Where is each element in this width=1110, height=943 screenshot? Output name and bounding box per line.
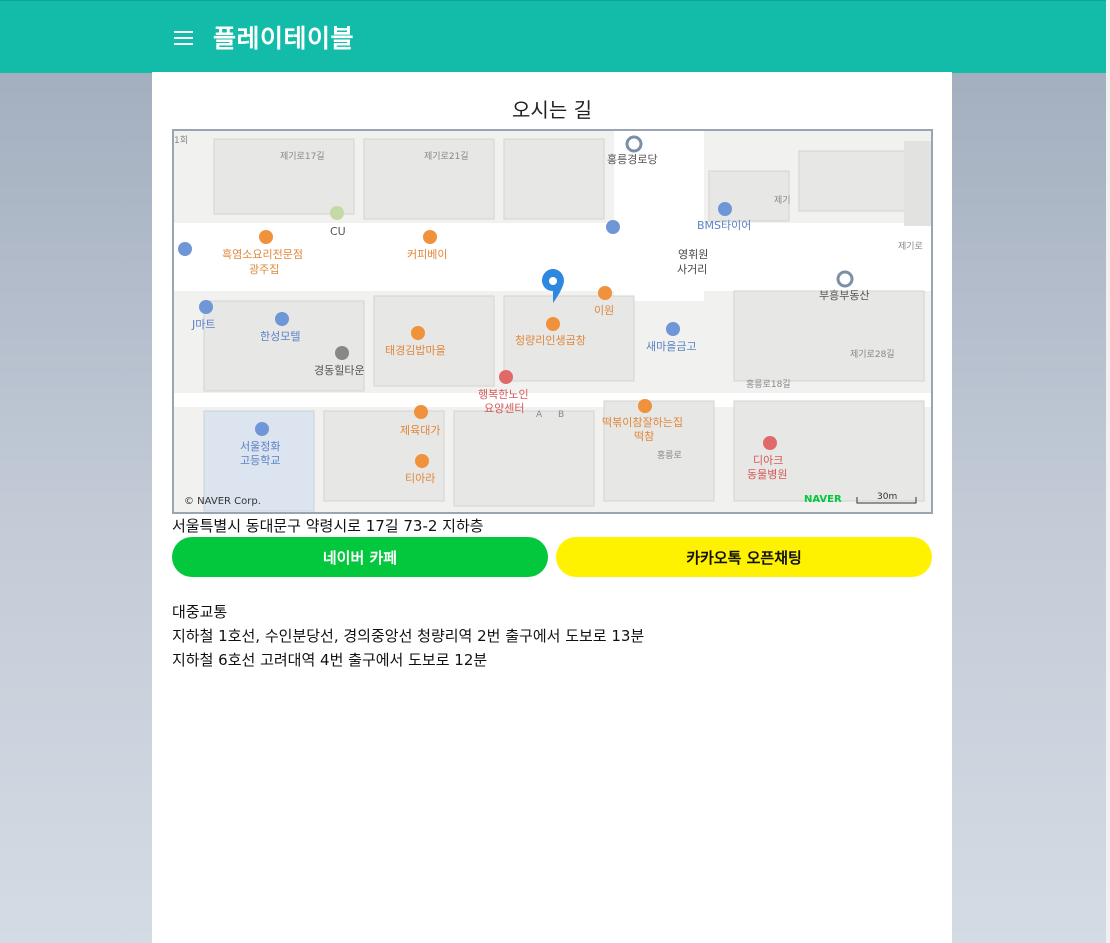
- road-label: B: [558, 410, 564, 420]
- map-label: 떡볶이참잘하는집: [602, 415, 683, 429]
- map-label: 새마을금고: [646, 340, 697, 353]
- transit-line: 지하철 6호선 고려대역 4번 출구에서 도보로 12분: [172, 651, 488, 669]
- scrollbar[interactable]: [1106, 0, 1110, 943]
- content-panel: 오시는 길 CU 흑염소요리전문점 광주집 커피베이 홍릉경로당 BMS타이어 …: [152, 72, 952, 943]
- kakao-open-chat-button[interactable]: 카카오톡 오픈채팅: [556, 537, 932, 577]
- tire-shop-icon[interactable]: [718, 202, 732, 216]
- map-label: 영휘원: [678, 248, 708, 261]
- map-label: 경동힐타운: [314, 364, 365, 377]
- naver-logo: NAVER: [804, 494, 842, 505]
- map-label: 한성모텔: [260, 330, 300, 343]
- cafe-icon[interactable]: [415, 454, 429, 468]
- map-label: 커피베이: [407, 248, 447, 261]
- map-copyright: © NAVER Corp.: [184, 496, 261, 507]
- map-label: 떡참: [634, 430, 654, 443]
- mart-icon[interactable]: [199, 300, 213, 314]
- app-title[interactable]: 플레이테이블: [213, 19, 354, 55]
- transit-info: 대중교통 지하철 1호선, 수인분당선, 경의중앙선 청량리역 2번 출구에서 …: [172, 600, 644, 672]
- location-map[interactable]: CU 흑염소요리전문점 광주집 커피베이 홍릉경로당 BMS타이어 영휘원 사거…: [172, 129, 933, 514]
- map-label: 디아크: [753, 454, 783, 467]
- road-label: 홍릉로: [657, 449, 682, 461]
- road-label: 1회: [174, 135, 188, 146]
- map-label: J마트: [191, 318, 215, 331]
- map-label: 사거리: [677, 263, 707, 276]
- parking-icon[interactable]: [606, 220, 620, 234]
- map-label: 서울정화: [240, 440, 280, 453]
- care-center-icon[interactable]: [499, 370, 513, 384]
- restaurant-icon[interactable]: [411, 326, 425, 340]
- map-label: 태경김밥마을: [385, 344, 446, 357]
- road-label: 홍릉로18길: [746, 378, 791, 390]
- restaurant-icon[interactable]: [546, 317, 560, 331]
- restaurant-icon[interactable]: [638, 399, 652, 413]
- apartment-icon[interactable]: [335, 346, 349, 360]
- app-header: 플레이테이블: [0, 0, 1106, 73]
- road-label: 제기로28길: [850, 349, 895, 360]
- restaurant-icon[interactable]: [259, 230, 273, 244]
- hamburger-menu-icon[interactable]: [174, 31, 194, 45]
- road-label: 제기로: [898, 241, 923, 252]
- map-label: 제육대가: [400, 424, 440, 437]
- school-icon[interactable]: [255, 422, 269, 436]
- map-label: 요양센터: [484, 402, 524, 415]
- map-label: 홍릉경로당: [607, 152, 658, 166]
- transit-heading: 대중교통: [172, 603, 228, 621]
- restaurant-icon[interactable]: [414, 405, 428, 419]
- map-scale-label: 30m: [877, 492, 897, 502]
- map-label: 광주집: [249, 263, 279, 276]
- map-label: 흑염소요리전문점: [222, 247, 303, 261]
- naver-cafe-button[interactable]: 네이버 카페: [172, 537, 548, 577]
- convenience-store-icon[interactable]: [330, 206, 344, 220]
- road-label: 제기로17길: [280, 151, 325, 162]
- road-label: A: [536, 410, 543, 420]
- bank-icon[interactable]: [666, 322, 680, 336]
- parking-icon[interactable]: [178, 242, 192, 256]
- animal-hospital-icon[interactable]: [763, 436, 777, 450]
- map-canvas[interactable]: CU 흑염소요리전문점 광주집 커피베이 홍릉경로당 BMS타이어 영휘원 사거…: [174, 131, 931, 512]
- map-label: 부흥부동산: [819, 288, 870, 302]
- address: 서울특별시 동대문구 약령시로 17길 73-2 지하층: [172, 517, 484, 535]
- map-label: CU: [330, 225, 346, 238]
- cafe-icon[interactable]: [423, 230, 437, 244]
- map-label: 티아라: [405, 472, 435, 485]
- motel-icon[interactable]: [275, 312, 289, 326]
- road-label: 제기: [774, 195, 791, 206]
- map-label: BMS타이어: [697, 219, 751, 232]
- map-label: 청량리인생곱창: [515, 334, 586, 347]
- transit-line: 지하철 1호선, 수인분당선, 경의중앙선 청량리역 2번 출구에서 도보로 1…: [172, 627, 645, 645]
- section-title: 오시는 길: [512, 98, 592, 122]
- map-label: 동물병원: [747, 468, 787, 481]
- map-label: 이원: [594, 304, 614, 317]
- restaurant-icon[interactable]: [598, 286, 612, 300]
- map-label: 행복한노인: [478, 388, 529, 401]
- map-label: 고등학교: [240, 454, 280, 467]
- road-label: 제기로21길: [424, 151, 469, 162]
